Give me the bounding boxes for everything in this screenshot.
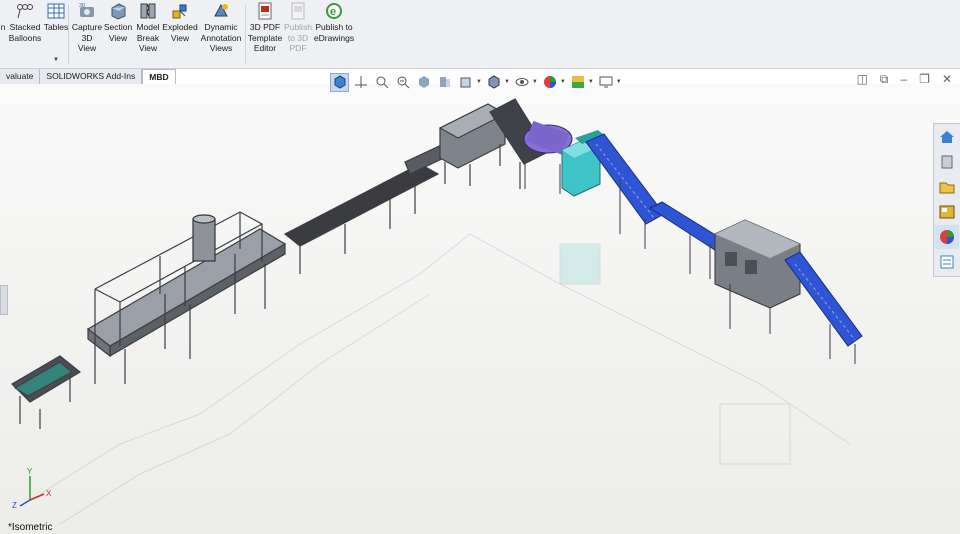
graphics-area[interactable]: Y X Z *Isometric: [0, 84, 960, 534]
3d-pdf-template-editor-button[interactable]: 3D PDF Template Editor: [248, 2, 282, 54]
zoom-fit-icon[interactable]: [352, 73, 370, 91]
view-settings-icon[interactable]: [597, 73, 615, 91]
apply-scene-icon[interactable]: [569, 73, 587, 91]
section-view-icon: [109, 2, 127, 20]
model-break-view-button[interactable]: Model Break View: [134, 2, 162, 54]
pdf-template-icon: [256, 2, 274, 20]
dynamic-annotation-views-button[interactable]: Dynamic Annotation Views: [199, 2, 243, 54]
dynamic-annotation-icon: [212, 2, 230, 20]
zoom-area-icon[interactable]: [373, 73, 391, 91]
restore-down-icon[interactable]: ⧉: [880, 72, 889, 87]
triad-z-label: Z: [12, 501, 17, 510]
publish-to-edrawings-button[interactable]: e Publish to eDrawings: [313, 2, 355, 43]
publish-pdf-icon: [289, 2, 307, 20]
maximize-icon[interactable]: ❐: [919, 72, 930, 87]
hide-show-icon[interactable]: [513, 73, 531, 91]
ribbon-separator: [245, 4, 246, 64]
main-conveyor-frame: [11, 98, 549, 429]
button-label: Dynamic Annotation Views: [200, 22, 242, 53]
button-label: Section View: [103, 22, 133, 43]
task-pane-tabs: [933, 123, 960, 277]
minimize-icon[interactable]: –: [900, 72, 907, 87]
table-icon: [47, 2, 65, 20]
command-manager-ribbon: n Stacked Balloons Tables ▼ 3D Capture 3…: [0, 0, 960, 69]
tab-solidworks-add-ins[interactable]: SOLIDWORKS Add-Ins: [40, 69, 143, 84]
previous-view-icon[interactable]: [394, 73, 412, 91]
file-explorer-icon[interactable]: [935, 175, 959, 199]
svg-text:3D: 3D: [79, 3, 86, 9]
tables-button[interactable]: Tables: [43, 2, 69, 33]
button-label: Publish to eDrawings: [313, 22, 355, 43]
camera-3d-icon: 3D: [78, 2, 96, 20]
appearances-icon[interactable]: [935, 225, 959, 249]
split-view-icon[interactable]: ◫: [857, 72, 868, 87]
tab-evaluate[interactable]: valuate: [0, 69, 41, 84]
command-manager-tabs: valuate SOLIDWORKS Add-Ins MBD: [0, 69, 176, 85]
exploded-view-icon: [171, 2, 189, 20]
button-label: Exploded View: [162, 22, 198, 43]
view-palette-icon[interactable]: [935, 200, 959, 224]
publish-to-3d-pdf-button[interactable]: Publish to 3D PDF: [284, 2, 312, 54]
blue-outfeed-conveyor: [784, 251, 863, 364]
feature-manager-collapse-handle[interactable]: [0, 285, 8, 315]
section-view-button[interactable]: Section View: [104, 2, 132, 43]
blue-incline-conveyor: [585, 133, 665, 249]
triad-y-label: Y: [27, 467, 33, 476]
tab-mbd[interactable]: MBD: [142, 69, 176, 85]
design-library-icon[interactable]: [935, 150, 959, 174]
button-label: Model Break View: [136, 22, 160, 53]
button-label: Publish to 3D PDF: [284, 22, 312, 53]
custom-properties-icon[interactable]: [935, 250, 959, 274]
model-break-icon: [139, 2, 157, 20]
stacked-balloons-icon: [16, 2, 34, 20]
view-orientation-icon[interactable]: [330, 72, 349, 92]
assembly-model[interactable]: Y X Z: [0, 84, 960, 534]
view-orientation-label: *Isometric: [8, 522, 53, 533]
display-style-icon[interactable]: [485, 73, 503, 91]
tables-dropdown-arrow[interactable]: ▼: [53, 57, 59, 63]
partial-button-n[interactable]: n: [0, 2, 8, 33]
exploded-view-button[interactable]: Exploded View: [162, 2, 198, 43]
edrawings-icon: e: [325, 2, 343, 20]
dynamic-annotation-icon[interactable]: [436, 73, 454, 91]
section-view-icon[interactable]: [415, 73, 433, 91]
heads-up-view-toolbar: ▼ ▼ ▼ ▼ ▼ ▼: [330, 71, 622, 93]
capture-3d-view-button[interactable]: 3D Capture 3D View: [72, 2, 102, 54]
svg-text:e: e: [330, 6, 336, 18]
button-label: n: [0, 22, 6, 32]
button-label: Capture 3D View: [71, 22, 103, 53]
home-icon[interactable]: [935, 125, 959, 149]
viewport-window-controls: ◫ ⧉ – ❐ ✕: [857, 72, 952, 87]
coordinate-triad: Y X Z: [12, 467, 52, 510]
button-label: 3D PDF Template Editor: [247, 22, 283, 53]
ribbon-separator: [68, 4, 69, 64]
triad-x-label: X: [46, 489, 52, 498]
stacked-balloons-button[interactable]: Stacked Balloons: [8, 2, 42, 43]
close-icon[interactable]: ✕: [942, 72, 952, 87]
button-label: Stacked Balloons: [8, 22, 42, 43]
view-orientation-cube-icon[interactable]: [457, 73, 475, 91]
edit-appearance-icon[interactable]: [541, 73, 559, 91]
button-label: Tables: [43, 22, 69, 32]
grading-machine: [714, 219, 801, 334]
